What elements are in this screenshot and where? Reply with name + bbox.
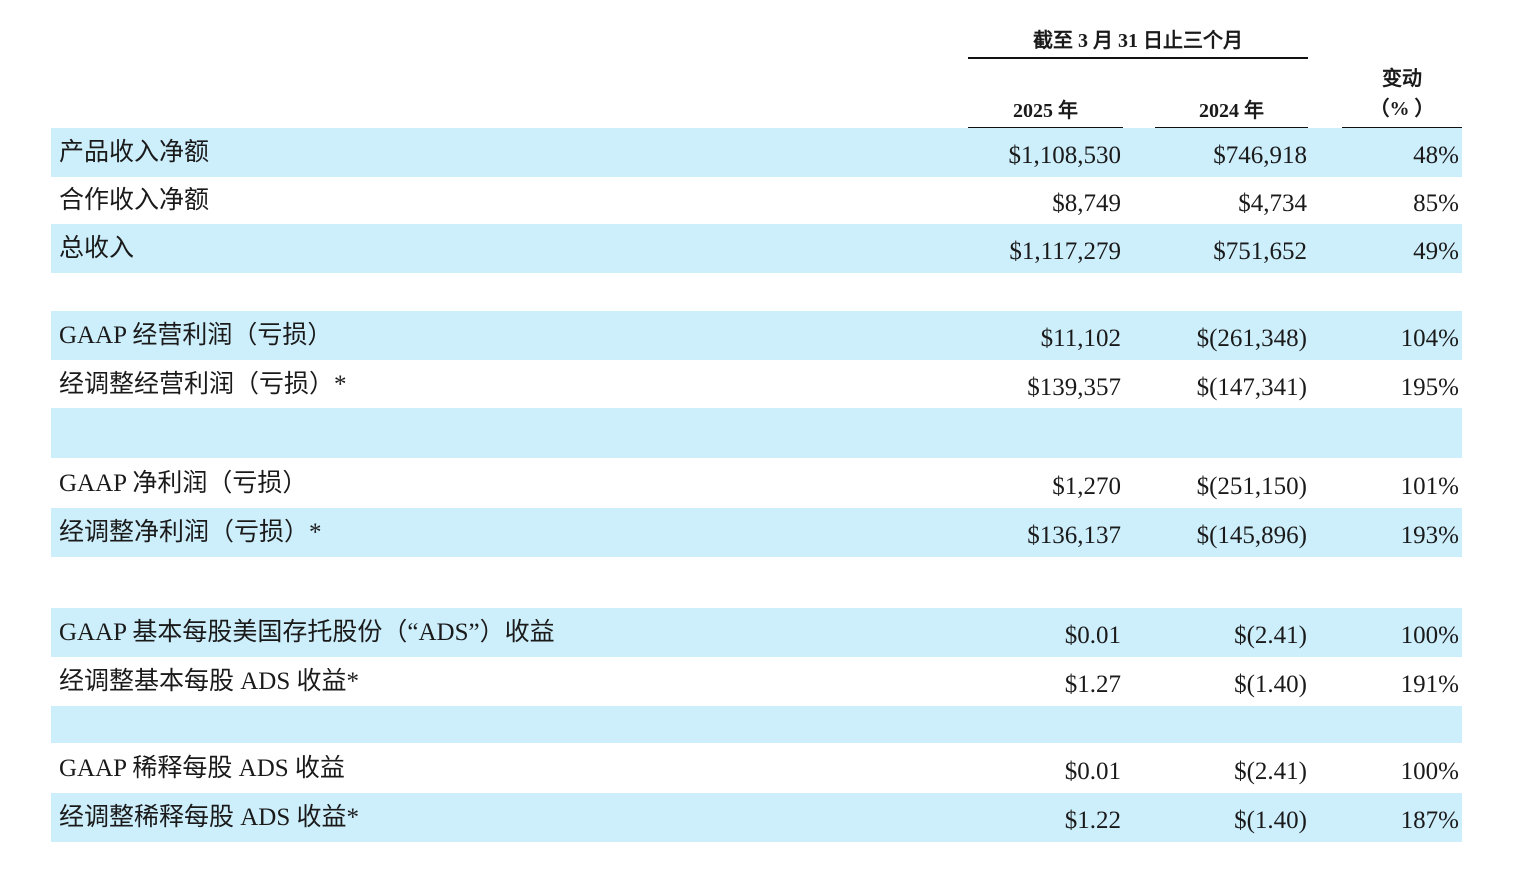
row-label: GAAP 稀释每股 ADS 收益 [59,755,345,782]
value-change: 48% [1413,142,1459,169]
row-label: 经调整净利润（亏损）* [59,519,322,546]
value-change: 193% [1400,522,1459,549]
value-change: 195% [1400,374,1459,401]
table-row-adjusted-diluted-eps-ads: 经调整稀释每股 ADS 收益* $1.22 $(1.40) 187% [51,793,1462,842]
table-row-adjusted-net-income: 经调整净利润（亏损）* $136,137 $(145,896) 193% [51,508,1462,557]
year-2025-header: 2025 年 [1013,100,1078,122]
row-label: 总收入 [59,235,135,262]
value-2025: $0.01 [1064,758,1121,785]
row-label: 经调整稀释每股 ADS 收益* [59,804,360,831]
value-2025: $1,117,279 [1009,238,1121,265]
value-2024: $751,652 [1213,238,1307,265]
value-2024: $(2.41) [1234,622,1307,649]
value-2024: $(147,341) [1196,374,1307,401]
value-change: 100% [1400,622,1459,649]
spacer-band [51,706,1462,743]
change-header: 变动 （% ） [1342,64,1462,124]
value-2025: $1.27 [1064,671,1121,698]
value-change: 101% [1400,473,1459,500]
table-row-gaap-operating-income: GAAP 经营利润（亏损） $11,102 $(261,348) 104% [51,311,1462,360]
value-2025: $1.22 [1064,807,1121,834]
value-2025: $136,137 [1027,522,1121,549]
value-2024: $746,918 [1213,142,1307,169]
row-label: 合作收入净额 [59,187,210,214]
value-change: 85% [1413,190,1459,217]
year-2024-header: 2024 年 [1199,100,1264,122]
table-row-total-revenue: 总收入 $1,117,279 $751,652 49% [51,224,1462,273]
table-row-gaap-net-income: GAAP 净利润（亏损） $1,270 $(251,150) 101% [51,459,1462,508]
value-change: 49% [1413,238,1459,265]
table-row-adjusted-operating-income: 经调整经营利润（亏损）* $139,357 $(147,341) 195% [51,360,1462,409]
value-2024: $4,734 [1238,190,1307,217]
table-row-gaap-basic-eps-ads: GAAP 基本每股美国存托股份（“ADS”）收益 $0.01 $(2.41) 1… [51,608,1462,657]
value-change: 187% [1400,807,1459,834]
row-label: 经调整经营利润（亏损）* [59,371,347,398]
value-2024: $(2.41) [1234,758,1307,785]
table-row-collaboration-revenue: 合作收入净额 $8,749 $4,734 85% [51,176,1462,225]
value-2024: $(1.40) [1234,671,1307,698]
change-header-line1: 变动 [1382,68,1422,90]
value-2024: $(251,150) [1196,473,1307,500]
value-change: 191% [1400,671,1459,698]
row-label: 产品收入净额 [59,139,210,166]
value-2024: $(145,896) [1196,522,1307,549]
change-header-line2: （% ） [1369,98,1435,120]
financial-summary-table: 截至 3 月 31 日止三个月 变动 （% ） 2025 年 2024 年 产品… [0,0,1518,894]
value-2024: $(1.40) [1234,807,1307,834]
value-2025: $1,108,530 [1008,142,1122,169]
table-row-gaap-diluted-eps-ads: GAAP 稀释每股 ADS 收益 $0.01 $(2.41) 100% [51,744,1462,793]
spacer-band [51,408,1462,458]
table-row-product-revenue: 产品收入净额 $1,108,530 $746,918 48% [51,128,1462,177]
value-2024: $(261,348) [1196,325,1307,352]
period-header-rule [968,57,1308,59]
value-2025: $1,270 [1052,473,1121,500]
row-label: GAAP 经营利润（亏损） [59,322,333,349]
table-row-adjusted-basic-eps-ads: 经调整基本每股 ADS 收益* $1.27 $(1.40) 191% [51,657,1462,706]
value-2025: $0.01 [1064,622,1121,649]
row-label: 经调整基本每股 ADS 收益* [59,668,360,695]
value-change: 100% [1400,758,1459,785]
row-label: GAAP 净利润（亏损） [59,470,308,497]
period-header: 截至 3 月 31 日止三个月 [1033,30,1243,52]
value-2025: $11,102 [1040,325,1121,352]
value-2025: $8,749 [1052,190,1121,217]
value-2025: $139,357 [1027,374,1121,401]
value-change: 104% [1400,325,1459,352]
row-label: GAAP 基本每股美国存托股份（“ADS”）收益 [59,619,555,646]
